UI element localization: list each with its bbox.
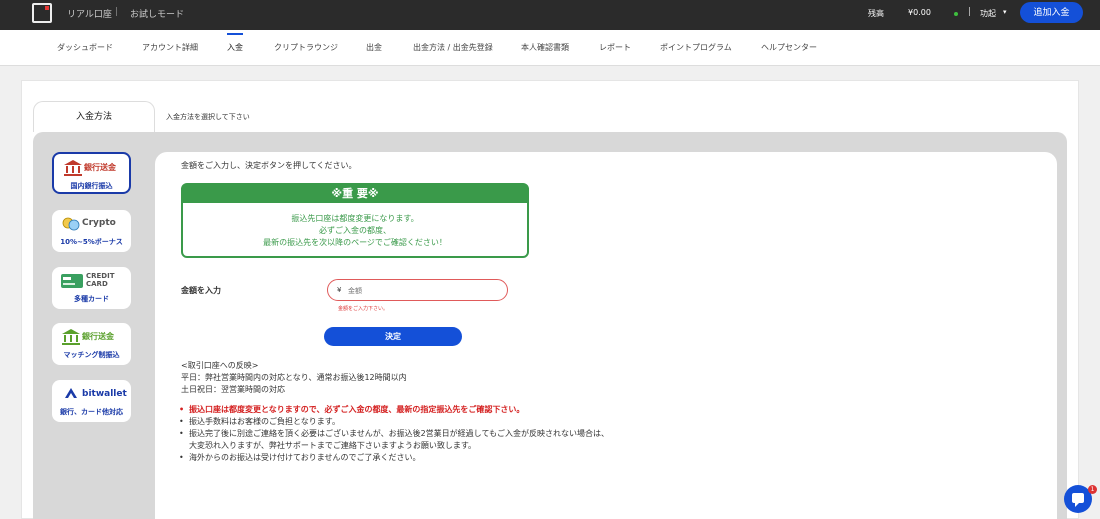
method-bitwallet[interactable]: bitwallet 銀行、カード他対応 [52,380,131,422]
nav-help-center[interactable]: ヘルプセンター [761,42,817,53]
amount-error-message: 金額をご入力下さい。 [338,306,389,312]
bullet-text: 振込手数料はお客様のご負担となります。 [189,417,340,426]
method-subtitle: 10%~5%ボーナス [60,238,123,246]
tab-deposit-method[interactable]: 入金方法 [33,101,155,132]
amount-input[interactable] [348,283,498,298]
logo-dot [45,6,49,10]
method-subtitle: マッチング制振込 [63,351,120,359]
notice-heading: ※重 要※ [183,185,527,203]
reflect-weekday: 平日：弊社営業時間内の対応となり、通常お振込後12時間以内 [181,373,407,382]
bullet-text: 海外からのお振込は受け付けておりませんのでご了承ください。 [189,453,421,462]
functions-menu[interactable]: 功起 [980,8,996,19]
account-type-label[interactable]: リアル口座 [67,7,112,20]
amount-field[interactable]: ¥ [327,279,508,301]
bank-icon [62,329,80,345]
bitwallet-icon [65,388,77,398]
tab-hint: 入金方法を選択して下さい [166,113,250,121]
online-status-icon [954,12,958,16]
active-nav-indicator [227,33,243,35]
notice-line: 最新の振込先を次以降のページでご確認ください！ [263,238,447,247]
notice-line: 必ずご入金の都度、 [319,226,391,235]
nav-deposit[interactable]: 入金 [227,42,243,53]
method-subtitle: 多種カード [74,295,109,303]
nav-crypto-lounge[interactable]: クリプトラウンジ [274,42,338,53]
bullet-continuation: 大変恐れ入りますが、弊社サポートまでご連絡下さいますようお願い致します。 [189,441,477,450]
bank-icon [64,160,82,176]
nav-account-details[interactable]: アカウント詳細 [142,42,198,53]
currency-symbol: ¥ [337,286,342,294]
method-title: 銀行送金 [82,332,114,341]
submit-button[interactable]: 決定 [324,327,462,346]
reflect-weekend: 土日祝日：翌営業時間の対応 [181,385,285,394]
notice-bullet: • 振込口座は都度変更となりますので、必ずご入金の都度、最新の指定振込先をご確認下… [179,405,525,414]
method-credit-card[interactable]: CREDIT CARD 多種カード [52,267,131,309]
bullet-text: 振込完了後に別途ご連絡を頂く必要はございませんが、お振込後2営業日が経過してもご… [189,429,610,438]
nav-withdraw[interactable]: 出金 [366,42,382,53]
nav-identity-docs[interactable]: 本人確認書類 [521,42,569,53]
method-crypto[interactable]: Crypto 10%~5%ボーナス [52,210,131,252]
method-title: CREDIT CARD [86,272,115,288]
important-notice: ※重 要※ 振込先口座は都度変更になります。 必ずご入金の都度、 最新の振込先を… [181,183,529,258]
bullet-text: 振込口座は都度変更となりますので、必ずご入金の都度、最新の指定振込先をご確認下さ… [189,405,525,414]
method-title: Crypto [82,218,116,228]
notice-line: 振込先口座は都度変更になります。 [291,214,419,223]
main-nav: ダッシュボード アカウント詳細 入金 クリプトラウンジ 出金 出金方法 / 出金… [0,30,1100,66]
balance-label: 残高 [868,9,884,18]
caret-down-icon[interactable]: ▾ [1003,8,1007,16]
intro-text: 金額をご入力し、決定ボタンを押してください。 [181,161,357,170]
chat-unread-badge: 1 [1088,485,1097,494]
method-subtitle: 銀行、カード他対応 [60,408,123,416]
nav-dashboard[interactable]: ダッシュボード [57,42,113,53]
notice-bullet: • 振込手数料はお客様のご負担となります。 [179,417,340,426]
balance-value: ¥0.00 [908,8,931,17]
notice-bullet: • 海外からのお振込は受け付けておりませんのでご了承ください。 [179,453,421,462]
crypto-coins-icon [62,217,80,231]
separator: | [968,7,972,17]
notice-bullet: • 振込完了後に別途ご連絡を頂く必要はございませんが、お振込後2営業日が経過しても… [179,429,610,438]
top-bar: リアル口座 | お試しモード 残高 ¥0.00 | 功起 ▾ 追加入金 [0,0,1100,30]
method-title: bitwallet [82,389,127,399]
demo-mode-link[interactable]: お試しモード [130,7,184,20]
amount-label: 金額を入力 [181,286,221,295]
reflect-heading: <取引口座への反映> [181,361,259,370]
method-domestic-bank[interactable]: 銀行送金 国内銀行振込 [52,152,131,194]
method-title: 銀行送金 [84,163,116,172]
separator: | [115,7,119,17]
method-matching-bank[interactable]: 銀行送金 マッチング制振込 [52,323,131,365]
add-deposit-button[interactable]: 追加入金 [1020,2,1083,23]
nav-withdraw-methods[interactable]: 出金方法 / 出金先登録 [413,42,493,53]
method-subtitle: 国内銀行振込 [70,182,113,190]
nav-reports[interactable]: レポート [599,42,631,53]
credit-card-icon [61,274,83,288]
nav-point-program[interactable]: ポイントプログラム [660,42,732,53]
logo[interactable] [32,3,52,23]
